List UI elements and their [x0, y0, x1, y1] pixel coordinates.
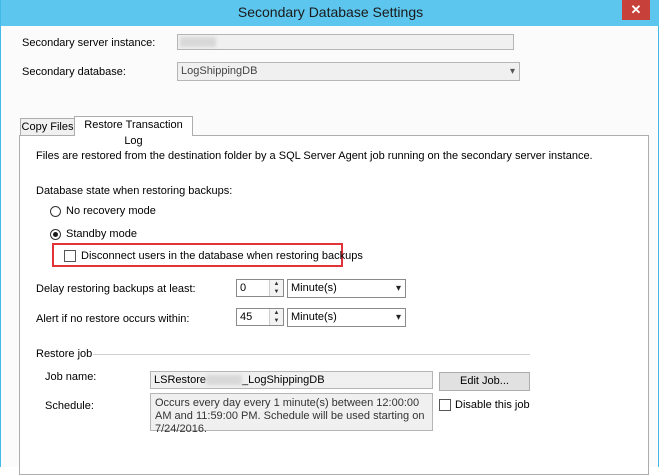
server-instance-label: Secondary server instance: [22, 37, 156, 49]
edit-job-button[interactable]: Edit Job... [439, 372, 530, 391]
delay-unit-select[interactable]: Minute(s) ▾ [287, 279, 406, 298]
redacted-value [180, 37, 216, 47]
disconnect-users-label: Disconnect users in the database when re… [81, 250, 363, 262]
tab-copy-files[interactable]: Copy Files [20, 118, 75, 136]
chevron-down-icon: ▾ [395, 312, 401, 323]
server-instance-field[interactable] [177, 34, 514, 50]
spin-up-icon[interactable]: ▲ [270, 309, 283, 317]
spin-up-icon[interactable]: ▲ [270, 280, 283, 288]
delay-value-input[interactable]: 0 ▲ ▼ [236, 279, 284, 297]
database-state-label: Database state when restoring backups: [36, 185, 233, 197]
title-bar: Secondary Database Settings ✕ [1, 0, 659, 26]
delay-unit-value: Minute(s) [291, 282, 337, 294]
redacted-value [205, 375, 242, 386]
standby-label: Standby mode [66, 228, 137, 240]
alert-unit-value: Minute(s) [291, 311, 337, 323]
alert-label: Alert if no restore occurs within: [36, 313, 190, 325]
delay-spinner[interactable]: ▲ ▼ [269, 280, 283, 296]
spin-down-icon[interactable]: ▼ [270, 317, 283, 325]
section-divider [93, 354, 530, 355]
restore-job-section-label: Restore job [36, 348, 93, 360]
no-recovery-radio[interactable] [50, 206, 61, 217]
disable-job-label: Disable this job [455, 399, 530, 411]
standby-radio[interactable] [50, 229, 61, 240]
alert-value-input[interactable]: 45 ▲ ▼ [236, 308, 284, 326]
secondary-database-label: Secondary database: [22, 66, 126, 78]
job-name-label: Job name: [45, 371, 97, 383]
job-name-prefix: LSRestore [154, 374, 206, 386]
close-icon: ✕ [630, 2, 642, 17]
secondary-database-settings-window: Secondary Database Settings ✕ Secondary … [0, 0, 659, 475]
restore-description: Files are restored from the destination … [36, 150, 593, 162]
secondary-database-value: LogShippingDB [181, 65, 258, 77]
window-title: Secondary Database Settings [237, 4, 424, 20]
delay-label: Delay restoring backups at least: [36, 283, 196, 295]
secondary-database-select[interactable]: LogShippingDB ▾ [177, 62, 520, 81]
chevron-down-icon: ▾ [509, 66, 515, 77]
disconnect-users-checkbox[interactable] [64, 250, 76, 262]
no-recovery-label: No recovery mode [66, 205, 156, 217]
disable-job-checkbox[interactable] [439, 399, 451, 411]
alert-unit-select[interactable]: Minute(s) ▾ [287, 308, 406, 327]
job-name-field[interactable]: LSRestore _LogShippingDB [150, 371, 433, 389]
schedule-description: Occurs every day every 1 minute(s) betwe… [150, 393, 433, 435]
radio-selected-dot [53, 232, 58, 237]
schedule-label: Schedule: [45, 400, 94, 412]
alert-spinner[interactable]: ▲ ▼ [269, 309, 283, 325]
tab-restore-transaction-log[interactable]: Restore Transaction Log [74, 116, 193, 147]
job-name-suffix: _LogShippingDB [241, 374, 325, 386]
chevron-down-icon: ▾ [395, 283, 401, 294]
close-button[interactable]: ✕ [622, 0, 650, 20]
spin-down-icon[interactable]: ▼ [270, 288, 283, 296]
